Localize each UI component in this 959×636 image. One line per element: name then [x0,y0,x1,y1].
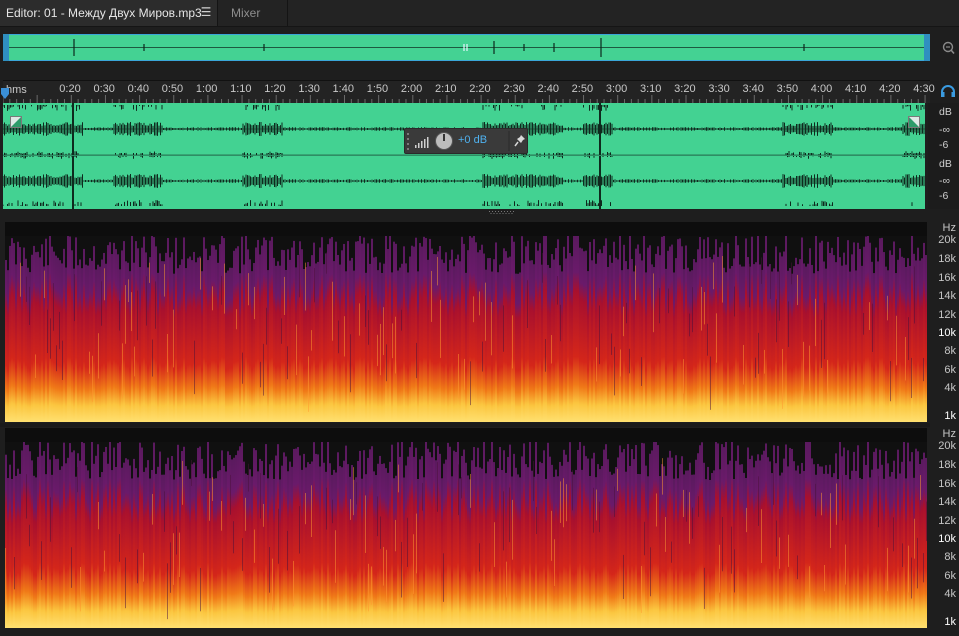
db-inf-ch1: -∞ [939,124,950,136]
hz-label-4k-ch2: 4k [944,588,956,600]
ruler-tick-4-10: 4:10 [844,83,867,95]
hz-label-1k-ch1: 1k [944,410,956,422]
ruler-tick-4-20: 4:20 [879,83,901,95]
ruler-tick-3-20: 3:20 [674,83,696,95]
hamburger-icon[interactable]: ☰ [200,0,212,26]
db-inf-ch2: -∞ [939,175,950,187]
ruler-tick-3-50: 3:50 [776,83,799,95]
pin-icon[interactable] [514,134,526,148]
hz-label-16k-ch1: 16k [938,272,956,284]
hz-label-12k-ch1: 12k [938,309,956,321]
hz-label-8k-ch1: 8k [944,345,956,357]
ruler-tick-1-40: 1:40 [332,83,354,95]
ruler-tick-2-30: 2:30 [503,83,525,95]
hz-label-10k-ch1: 10k [938,327,956,339]
hz-label-20k-ch2: 20k [938,440,956,452]
hz-unit-ch1: Hz [942,222,956,234]
ruler-tick-0-40: 0:40 [127,83,150,95]
hz-label-4k-ch1: 4k [944,382,956,394]
gain-value[interactable]: +0 dB [458,134,487,146]
headphones-icon[interactable] [940,84,956,98]
hz-label-18k-ch2: 18k [938,459,956,471]
overview-waveform[interactable] [3,34,930,61]
db-minus6-ch1: -6 [939,139,949,151]
ruler-tick-1-10: 1:10 [230,83,252,95]
ruler-tick-2-50: 2:50 [571,83,594,95]
ruler-tick-1-20: 1:20 [264,83,286,95]
hz-label-16k-ch2: 16k [938,478,956,490]
waveform-editor[interactable] [3,103,925,209]
hz-label-18k-ch1: 18k [938,253,956,265]
resize-grip[interactable] [489,211,515,214]
hz-unit-ch2: Hz [942,428,956,440]
playhead-icon[interactable] [0,88,10,100]
gain-knob[interactable] [434,131,454,151]
hz-label-8k-ch2: 8k [944,551,956,563]
ruler-tick-0-30: 0:30 [93,83,115,95]
db-minus6-ch2: -6 [939,190,949,202]
level-meter-icon [414,134,430,148]
hz-label-6k-ch2: 6k [944,570,956,582]
ruler-tick-1-00: 1:00 [195,83,218,95]
ruler-tick-0-20: 0:20 [59,83,81,95]
spectral-display-right[interactable] [5,428,927,628]
hz-label-10k-ch2: 10k [938,533,956,545]
tab-editor[interactable]: Editor: 01 - Между Двух Миров.mp3 [0,0,218,26]
ruler-tick-3-40: 3:40 [742,83,764,95]
fade-in-handle[interactable] [10,116,22,128]
ruler-tick-3-00: 3:00 [605,83,628,95]
ruler-tick-3-10: 3:10 [640,83,662,95]
hz-label-20k-ch1: 20k [938,234,956,246]
hz-label-12k-ch2: 12k [938,515,956,527]
fade-out-handle[interactable] [908,116,920,128]
ruler-tick-4-30: 4:30 [913,83,935,95]
overview-left-handle[interactable] [3,34,9,61]
spectral-display-left[interactable] [5,222,927,422]
ruler-tick-2-10: 2:10 [435,83,457,95]
ruler-tick-3-30: 3:30 [708,83,730,95]
zoom-icon[interactable] [940,40,956,56]
ruler-tick-1-30: 1:30 [298,83,320,95]
ruler-tick-2-20: 2:20 [469,83,491,95]
overview-right-handle[interactable] [924,34,930,61]
ruler-tick-2-40: 2:40 [537,83,559,95]
ruler-tick-1-50: 1:50 [366,83,389,95]
hz-label-1k-ch2: 1k [944,616,956,628]
spectral-channel-divider [0,423,930,427]
hz-label-14k-ch1: 14k [938,290,956,302]
hz-label-6k-ch1: 6k [944,364,956,376]
db-unit-ch1: dB [939,106,952,118]
tab-mixer[interactable]: Mixer [218,0,288,26]
ruler-tick-4-00: 4:00 [810,83,833,95]
ruler-tick-0-50: 0:50 [161,83,184,95]
db-unit-ch2: dB [939,158,952,170]
hz-label-14k-ch2: 14k [938,496,956,508]
channel-divider [3,155,925,156]
ruler-tick-2-00: 2:00 [400,83,423,95]
